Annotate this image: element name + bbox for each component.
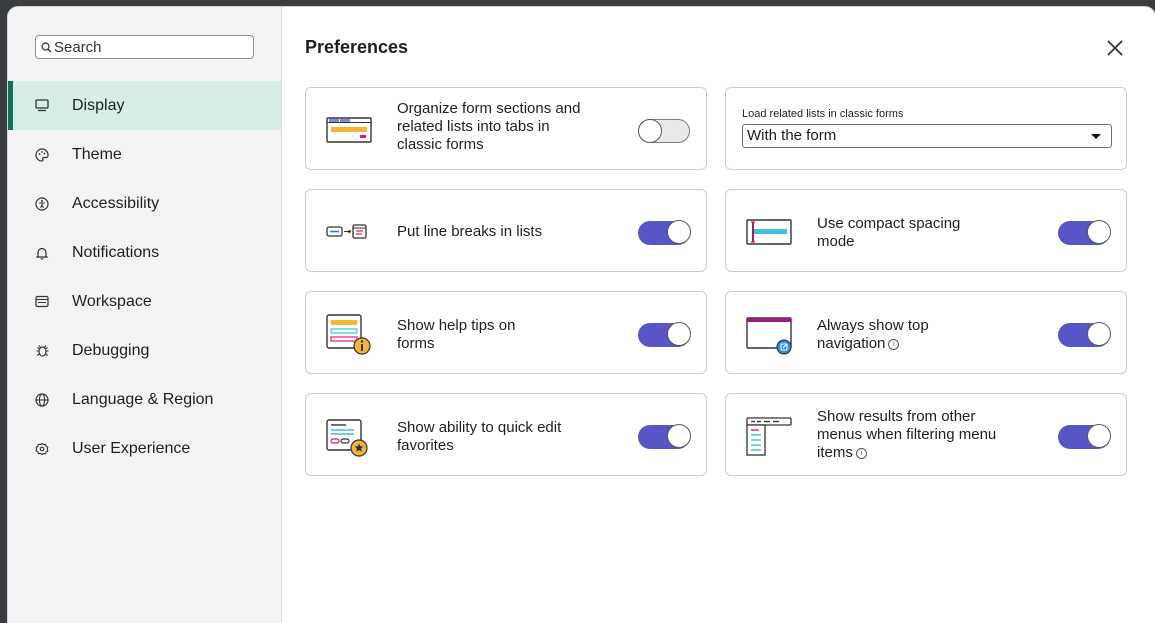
- info-icon[interactable]: i: [855, 447, 867, 459]
- setting-label: mode: [817, 233, 855, 250]
- preferences-panel: Preferences Organize form sections and r…: [281, 7, 1155, 623]
- toggle-knob: [638, 119, 662, 143]
- bell-icon: [33, 244, 51, 262]
- toggle-knob: [667, 424, 691, 448]
- setting-label: Organize form sections and: [397, 100, 581, 117]
- sidebar-item-theme[interactable]: Theme: [8, 130, 281, 179]
- sidebar-item-label: Theme: [72, 145, 122, 163]
- sidebar-item-accessibility[interactable]: Accessibility: [8, 179, 281, 228]
- top-navigation-toggle[interactable]: [1058, 322, 1111, 347]
- globe-icon: [33, 391, 51, 409]
- search-icon: [41, 41, 52, 52]
- monitor-icon: [33, 97, 51, 115]
- setting-card-tabs: Organize form sections and related lists…: [305, 87, 707, 170]
- setting-label: Show help tips on: [397, 317, 516, 334]
- setting-card-other-menus: Show results from other menus when filte…: [725, 393, 1127, 476]
- toggle-knob: [667, 220, 691, 244]
- help-tips-toggle[interactable]: [638, 322, 691, 347]
- setting-card-quick-edit: Show ability to quick edit favorites: [305, 393, 707, 476]
- search-box[interactable]: [35, 35, 254, 59]
- setting-label: menus when filtering menu: [817, 426, 997, 443]
- related-lists-select[interactable]: With the form: [742, 124, 1112, 148]
- user-experience-icon: [33, 440, 51, 458]
- line-breaks-icon: [326, 224, 367, 239]
- setting-label: Show results from other: [817, 408, 976, 425]
- palette-icon: [33, 146, 51, 164]
- sidebar-item-label: Display: [72, 96, 125, 114]
- related-lists-label: Load related lists in classic forms: [742, 108, 904, 120]
- accessibility-icon: [33, 195, 51, 213]
- sidebar-item-label: Notifications: [72, 243, 160, 261]
- setting-label: Use compact spacing: [817, 215, 961, 232]
- top-navigation-icon: [746, 317, 792, 355]
- line-breaks-toggle[interactable]: [638, 220, 691, 245]
- sidebar-item-label: Language & Region: [72, 390, 214, 408]
- sidebar-item-notifications[interactable]: Notifications: [8, 228, 281, 277]
- setting-label: Always show top: [817, 317, 929, 334]
- compact-spacing-icon: [746, 219, 792, 245]
- sidebar-item-label: Accessibility: [72, 194, 160, 212]
- toggle-knob: [667, 322, 691, 346]
- search-input[interactable]: [52, 38, 244, 56]
- sidebar-item-user-experience[interactable]: User Experience: [8, 424, 281, 473]
- setting-card-help-tips: Show help tips on forms: [305, 291, 707, 374]
- workspace-icon: [33, 293, 51, 311]
- sidebar-item-label: User Experience: [72, 439, 191, 457]
- setting-card-compact-spacing: Use compact spacing mode: [725, 189, 1127, 272]
- setting-label: classic forms: [397, 136, 484, 153]
- setting-label: related lists into tabs in: [397, 118, 550, 135]
- sidebar: Display Theme Accessibility Notification…: [8, 7, 282, 623]
- quick-edit-toggle[interactable]: [638, 424, 691, 449]
- info-icon[interactable]: i: [888, 338, 900, 350]
- setting-label: Put line breaks in lists: [397, 223, 543, 240]
- setting-label: favorites: [397, 437, 454, 454]
- tabs-toggle[interactable]: [638, 119, 690, 143]
- setting-card-top-navigation: Always show top navigation i: [725, 291, 1127, 374]
- sidebar-item-language-region[interactable]: Language & Region: [8, 375, 281, 424]
- toggle-knob: [1087, 220, 1111, 244]
- page-title: Preferences: [305, 37, 409, 57]
- bug-icon: [33, 342, 51, 360]
- setting-card-line-breaks: Put line breaks in lists: [305, 189, 707, 272]
- sidebar-item-debugging[interactable]: Debugging: [8, 326, 281, 375]
- toggle-knob: [1087, 424, 1111, 448]
- sidebar-item-workspace[interactable]: Workspace: [8, 277, 281, 326]
- sidebar-item-label: Debugging: [72, 341, 150, 359]
- setting-card-related-lists: Load related lists in classic forms With…: [725, 87, 1127, 170]
- close-icon[interactable]: [1103, 36, 1127, 60]
- caret-down-icon: [1091, 134, 1101, 139]
- compact-spacing-toggle[interactable]: [1058, 220, 1111, 245]
- help-tips-icon: [326, 314, 371, 355]
- toggle-knob: [1087, 322, 1111, 346]
- setting-label: forms: [397, 335, 435, 352]
- quick-edit-favorites-icon: [326, 419, 368, 457]
- form-tabs-icon: [326, 117, 372, 143]
- sidebar-item-label: Workspace: [72, 292, 152, 310]
- preferences-dialog: Display Theme Accessibility Notification…: [8, 7, 1155, 623]
- setting-label: navigation: [817, 335, 886, 352]
- setting-label: Show ability to quick edit: [397, 419, 562, 436]
- sidebar-nav: Display Theme Accessibility Notification…: [8, 81, 281, 473]
- setting-label: items: [817, 444, 853, 461]
- select-value: With the form: [747, 127, 837, 144]
- filter-menus-icon: [746, 417, 792, 456]
- sidebar-item-display[interactable]: Display: [8, 81, 281, 130]
- other-menus-toggle[interactable]: [1058, 424, 1111, 449]
